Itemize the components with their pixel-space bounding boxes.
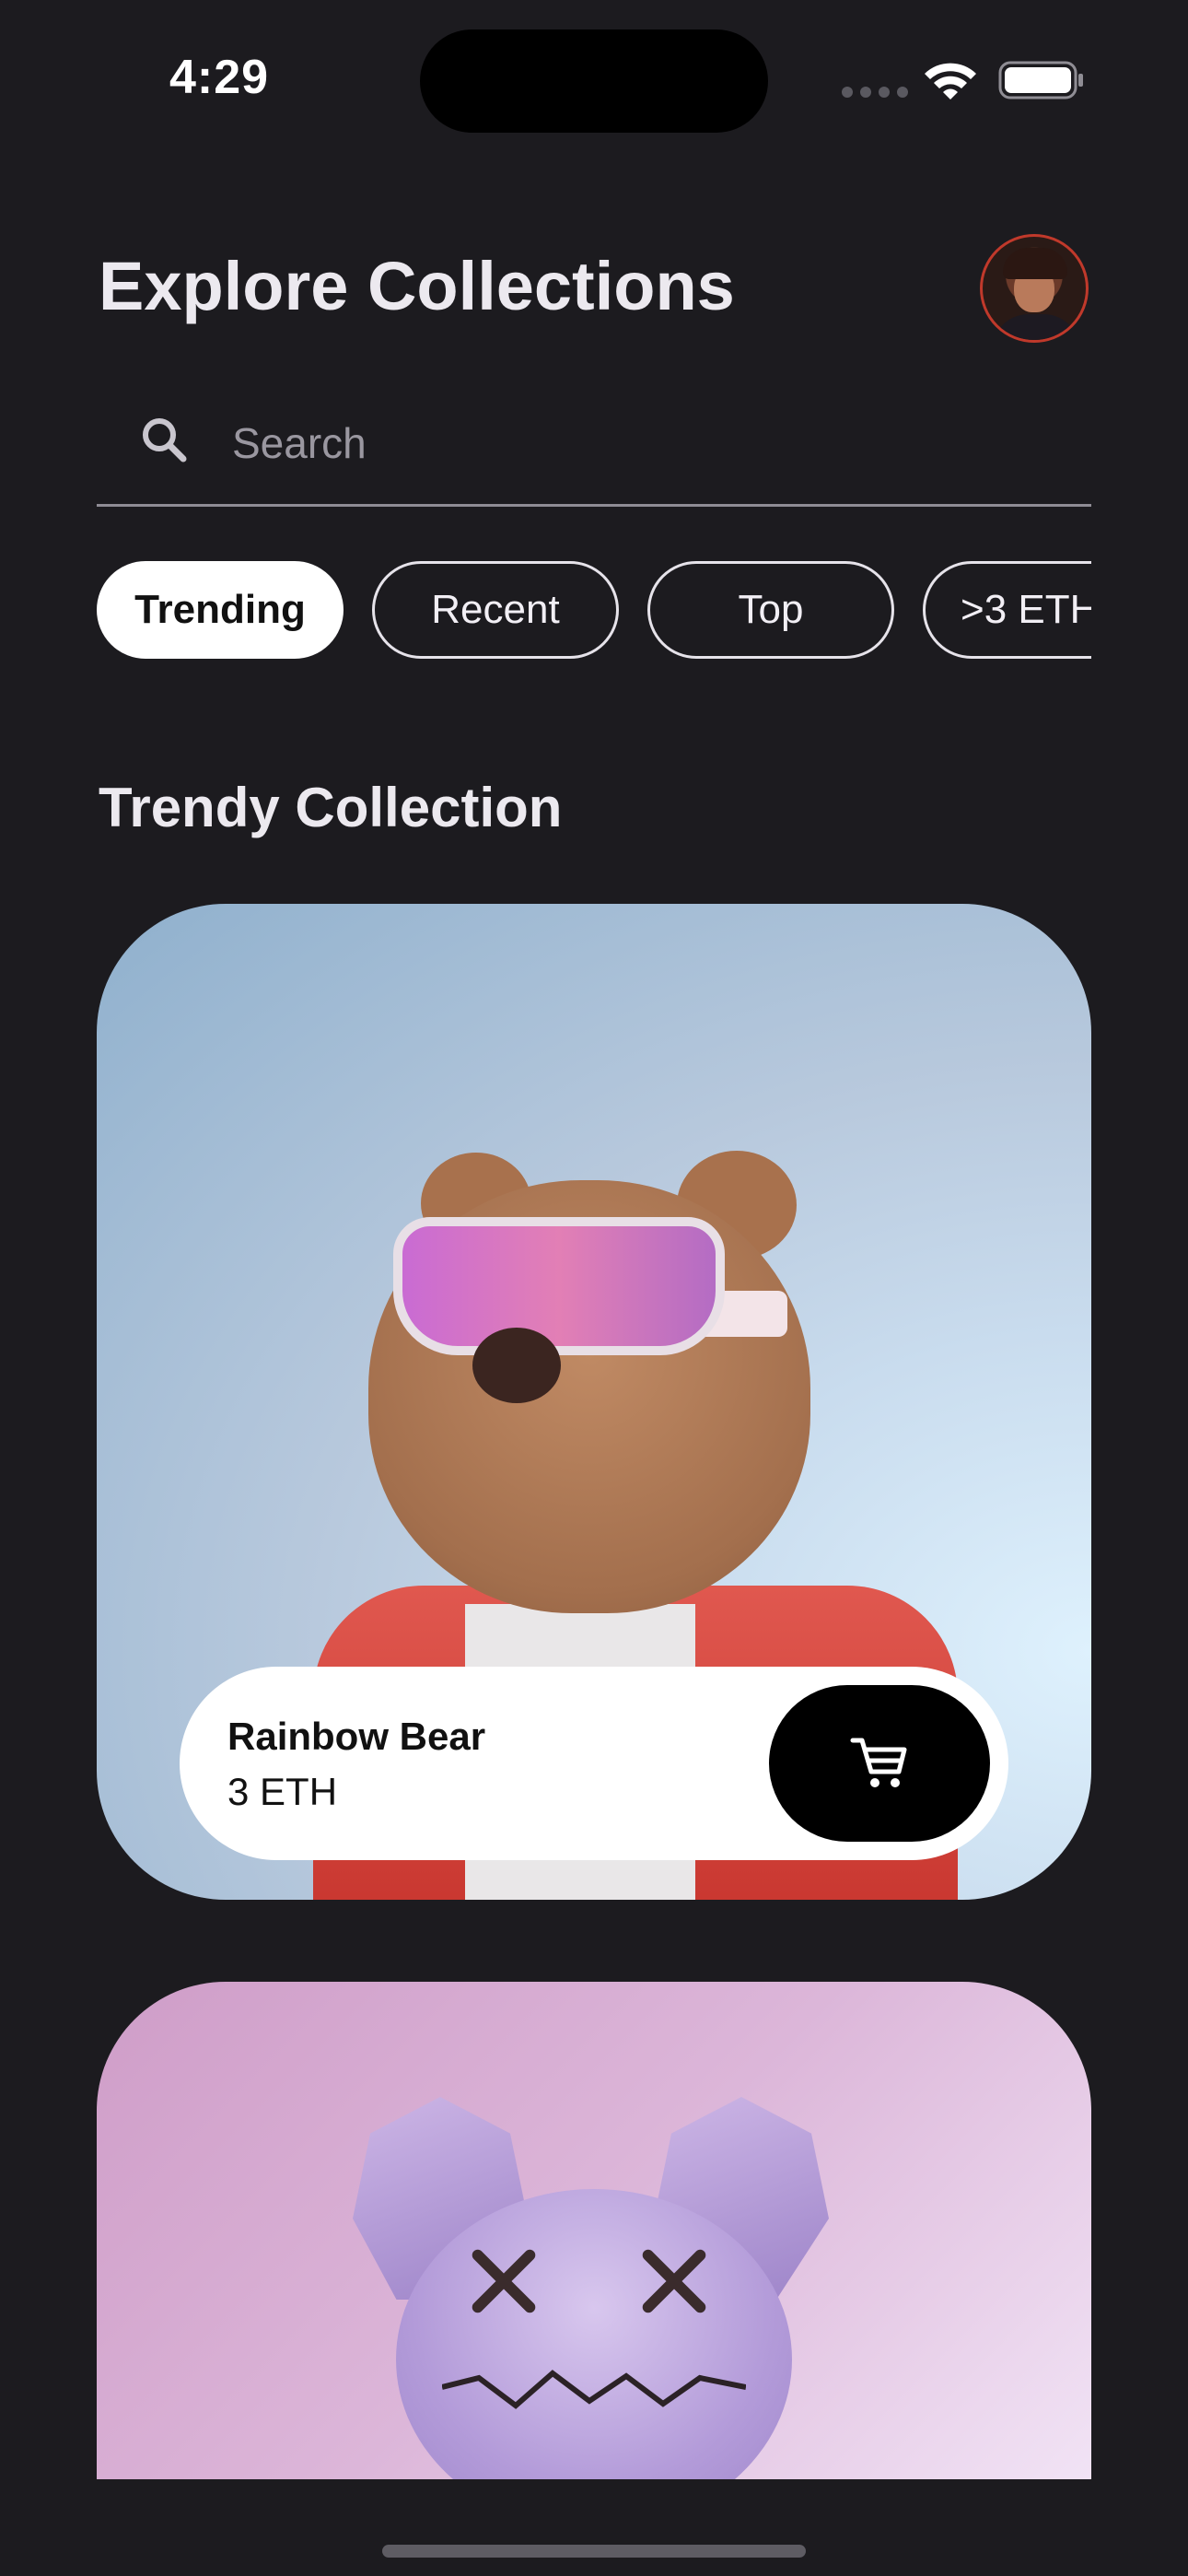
toy-eye-left — [465, 2244, 539, 2318]
item-price: 3 ETH — [227, 1770, 338, 1813]
avatar-hair — [1003, 248, 1067, 279]
bear-nose — [472, 1328, 561, 1403]
toy-eye-right — [635, 2244, 709, 2318]
chip-over-3-eth[interactable]: >3 ETH — [923, 561, 1091, 659]
search-icon — [143, 418, 187, 463]
cart-icon — [850, 1738, 907, 1787]
status-time: 4:29 — [169, 51, 270, 104]
search-bar[interactable] — [97, 396, 1091, 507]
cellular-signal-icon — [842, 87, 908, 98]
home-indicator[interactable] — [382, 2545, 806, 2558]
page-title: Explore Collections — [99, 248, 735, 324]
search-input[interactable] — [230, 413, 1044, 474]
item-info-pill: Rainbow Bear 3 ETH — [180, 1667, 1008, 1860]
chip-top[interactable]: Top — [647, 561, 894, 659]
add-to-cart-button[interactable] — [769, 1685, 990, 1842]
toy-mouth — [442, 2370, 746, 2409]
filter-chip-row: Trending Recent Top >3 ETH — [97, 561, 1091, 659]
chip-recent[interactable]: Recent — [372, 561, 619, 659]
goggles — [393, 1217, 725, 1355]
chip-trending[interactable]: Trending — [97, 561, 344, 659]
dynamic-island — [420, 29, 768, 133]
collection-card[interactable]: Rainbow Bear 3 ETH — [97, 904, 1091, 1900]
collection-card[interactable] — [97, 1982, 1091, 2479]
battery-icon — [998, 61, 1083, 100]
section-title: Trendy Collection — [99, 777, 563, 838]
item-name: Rainbow Bear — [227, 1715, 486, 1758]
avatar[interactable] — [980, 234, 1089, 343]
wifi-icon — [925, 63, 976, 100]
avatar-shirt — [992, 314, 1080, 340]
